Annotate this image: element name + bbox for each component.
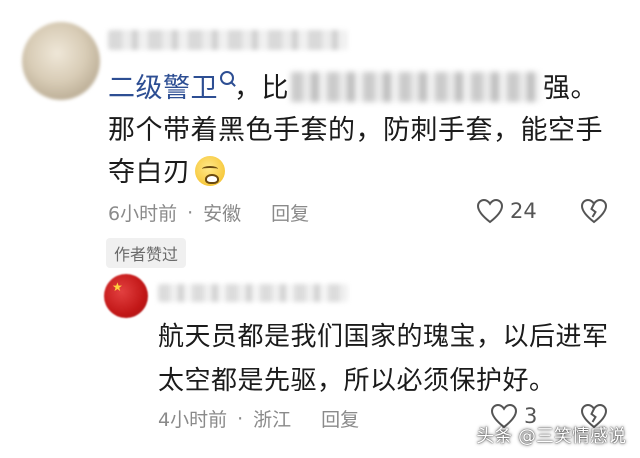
dislike-button[interactable]	[580, 198, 608, 224]
username-blurred[interactable]	[158, 284, 348, 302]
separator-dot: ·	[187, 201, 194, 224]
comment-meta: 4小时前 · 浙江 回复	[158, 405, 359, 432]
blurred-text	[291, 72, 541, 102]
avatar[interactable]	[104, 274, 148, 318]
mention-link[interactable]: 二级警卫	[108, 71, 234, 104]
comment-location: 安徽	[203, 203, 242, 225]
like-count: 24	[510, 199, 537, 223]
comment-time: 4小时前	[158, 409, 228, 431]
comment-location: 浙江	[253, 409, 292, 431]
comment-time: 6小时前	[108, 203, 178, 225]
watermark: 头条 @三笑情感说	[476, 426, 626, 447]
star-icon: ★	[112, 280, 123, 294]
like-button[interactable]: 24	[476, 198, 537, 224]
separator-dot: ·	[237, 407, 244, 430]
comment-thread: 二级警卫 ，比 强。那个带着黑色手套的，防刺手套，能空手夺白刃 6小时前 · 安徽 …	[0, 0, 640, 458]
comment-text: 二级警卫 ，比 强。那个带着黑色手套的，防刺手套，能空手夺白刃	[108, 71, 603, 188]
reply-button[interactable]: 回复	[321, 405, 359, 432]
broken-heart-icon	[580, 198, 608, 224]
username-blurred[interactable]	[108, 30, 348, 50]
comment-meta: 6小时前 · 安徽 回复	[108, 199, 309, 226]
reply-button[interactable]: 回复	[271, 199, 309, 226]
avatar[interactable]	[22, 22, 100, 100]
heart-outline-icon	[476, 198, 504, 224]
search-icon	[220, 71, 234, 85]
comment-text: 航天员都是我们国家的瑰宝，以后进军太空都是先驱，所以必须保护好。	[158, 322, 609, 396]
author-liked-badge: 作者赞过	[106, 238, 187, 268]
crying-face-emoji-icon	[194, 156, 225, 186]
